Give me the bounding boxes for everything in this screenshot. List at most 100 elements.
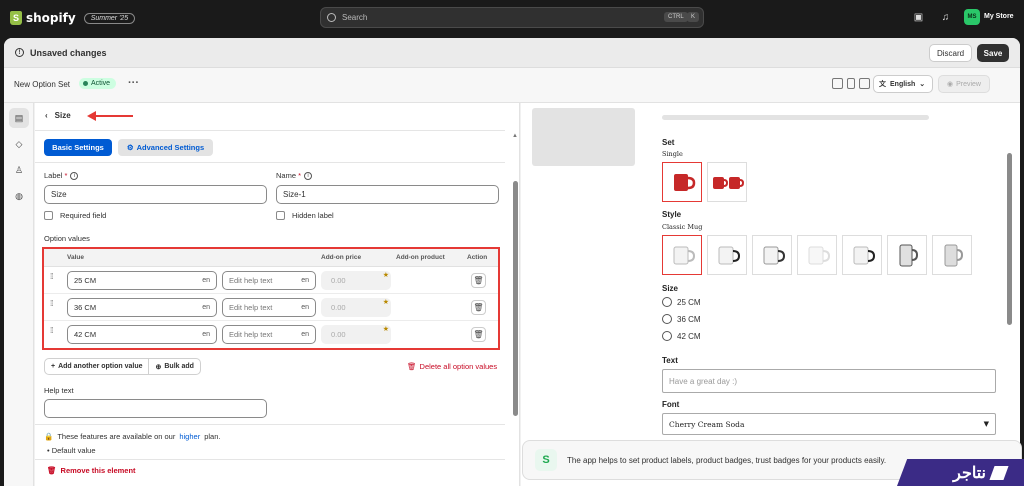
checkbox-box[interactable] <box>44 211 53 220</box>
addon-price-input[interactable]: 0.00 ★ <box>321 325 391 344</box>
drag-handle-icon[interactable]: ⁞⁞ <box>50 300 56 312</box>
element-title: Size <box>54 111 71 120</box>
tab-advanced-label: Advanced Settings <box>136 143 205 152</box>
style-swatch[interactable] <box>707 235 747 275</box>
option-value-input[interactable]: 36 CM en <box>67 298 217 317</box>
plus-circle-icon: ⊕ <box>155 363 162 371</box>
preview-button[interactable]: ◉ Preview <box>938 75 990 93</box>
help-text-input[interactable]: Edit help text en <box>222 298 316 317</box>
elements-icon[interactable]: ▤ <box>9 108 29 128</box>
delete-row-button[interactable]: 🗑 <box>471 327 486 342</box>
delete-row-button[interactable]: 🗑 <box>471 300 486 315</box>
label-input[interactable]: Size <box>44 185 267 204</box>
back-nav[interactable]: ‹ Size <box>45 111 71 120</box>
white-mug-icon <box>763 246 786 265</box>
delete-row-button[interactable]: 🗑 <box>471 273 486 288</box>
editor-scrollbar[interactable] <box>513 181 518 416</box>
add-option-value-button[interactable]: + Add another option value <box>45 359 148 374</box>
drag-handle-icon[interactable]: ⁞⁞ <box>50 273 56 285</box>
set-swatch-pair[interactable] <box>707 162 747 202</box>
delete-all-label: Delete all option values <box>419 362 498 371</box>
size-option-radio[interactable]: 25 CM <box>662 297 701 307</box>
style-swatch[interactable] <box>842 235 882 275</box>
tab-advanced-settings[interactable]: ⚙ Advanced Settings <box>118 139 213 156</box>
option-values-heading: Option values <box>44 234 90 243</box>
info-icon[interactable]: i <box>304 172 313 181</box>
remove-element-button[interactable]: 🗑 Remove this element <box>47 466 136 475</box>
tab-basic-settings[interactable]: Basic Settings <box>44 139 112 156</box>
size-option-radio[interactable]: 36 CM <box>662 314 701 324</box>
help-text-input[interactable]: Edit help text en <box>222 325 316 344</box>
plus-icon: + <box>51 363 56 370</box>
shopify-logo[interactable]: S shopify Summer '25 <box>10 11 136 25</box>
store-name[interactable]: My Store <box>984 13 1014 20</box>
required-field-checkbox[interactable]: Required field <box>44 211 106 220</box>
font-select[interactable]: Cherry Cream Soda ▼ <box>662 413 996 435</box>
radio-circle[interactable] <box>662 297 672 307</box>
preview-scrollbar[interactable] <box>1007 153 1012 325</box>
name-field-text: Name <box>276 171 297 180</box>
watermark-text: نتاجر <box>953 464 986 482</box>
option-value-input[interactable]: 25 CM en <box>67 271 217 290</box>
brand-name: shopify <box>26 11 76 25</box>
style-swatch[interactable] <box>662 235 702 275</box>
more-actions-icon[interactable]: ··· <box>128 77 139 89</box>
app-frame: ! Unsaved changes Discard Save New Optio… <box>4 38 1020 486</box>
size-label: Size <box>662 284 679 293</box>
style-swatch[interactable] <box>752 235 792 275</box>
size-option-label: 36 CM <box>677 314 701 324</box>
features-suffix: plan. <box>204 432 221 441</box>
unsaved-message: Unsaved changes <box>30 47 107 58</box>
help-text-field[interactable] <box>44 399 267 418</box>
bulk-add-button[interactable]: ⊕ Bulk add <box>148 359 199 374</box>
tag-icon[interactable]: ◇ <box>9 134 29 154</box>
shortcut-key-ctrl: CTRL <box>664 12 688 22</box>
help-text-input[interactable]: Edit help text en <box>222 271 316 290</box>
upgrade-link[interactable]: higher <box>179 432 200 441</box>
inbox-icon[interactable]: ▣ <box>913 12 924 23</box>
translate-icon: 文 <box>879 81 886 88</box>
set-swatch-single[interactable] <box>662 162 702 202</box>
user-icon[interactable]: ♙ <box>9 160 29 180</box>
addon-price-value: 0.00 <box>331 330 346 339</box>
size-option-radio[interactable]: 42 CM <box>662 331 701 341</box>
option-value-input[interactable]: 42 CM en <box>67 325 217 344</box>
bulk-add-label: Bulk add <box>164 363 194 370</box>
discard-button[interactable]: Discard <box>929 44 972 62</box>
option-value-text: 42 CM <box>74 330 97 339</box>
language-tag: en <box>301 277 309 284</box>
avatar[interactable]: MS <box>964 9 980 25</box>
fullscreen-icon[interactable] <box>859 78 870 89</box>
bell-icon[interactable]: ♫ <box>940 12 951 23</box>
trash-icon: 🗑 <box>473 276 484 285</box>
checkbox-box[interactable] <box>276 211 285 220</box>
name-input[interactable]: Size-1 <box>276 185 499 204</box>
style-value: Classic Mug <box>662 223 703 231</box>
radio-circle[interactable] <box>662 314 672 324</box>
language-select[interactable]: 文 English ⌄ <box>873 75 933 93</box>
save-button[interactable]: Save <box>977 44 1009 62</box>
info-icon[interactable]: i <box>70 172 79 181</box>
custom-text-input[interactable]: Have a great day :) <box>662 369 996 393</box>
language-tag: en <box>202 277 210 284</box>
desktop-icon[interactable] <box>832 78 843 89</box>
divider <box>35 459 505 460</box>
globe-icon[interactable]: ◍ <box>9 186 29 206</box>
delete-all-values-button[interactable]: 🗑 Delete all option values <box>407 362 497 371</box>
addon-price-input[interactable]: 0.00 ★ <box>321 298 391 317</box>
name-field-label: Name * i <box>276 171 313 181</box>
addon-price-input[interactable]: 0.00 ★ <box>321 271 391 290</box>
style-swatch[interactable] <box>932 235 972 275</box>
style-swatch[interactable] <box>797 235 837 275</box>
style-swatch[interactable] <box>887 235 927 275</box>
hidden-label-checkbox[interactable]: Hidden label <box>276 211 334 220</box>
mobile-icon[interactable] <box>847 78 855 89</box>
scroll-up-icon[interactable]: ▲ <box>512 133 518 139</box>
radio-circle[interactable] <box>662 331 672 341</box>
eye-icon: ◉ <box>946 81 954 88</box>
app-logo-icon: S <box>535 449 557 471</box>
search-bar[interactable]: Search CTRL K <box>320 7 704 28</box>
drag-handle-icon[interactable]: ⁞⁞ <box>50 327 56 339</box>
travel-mug-icon <box>899 244 919 267</box>
status-text: Active <box>91 80 111 87</box>
